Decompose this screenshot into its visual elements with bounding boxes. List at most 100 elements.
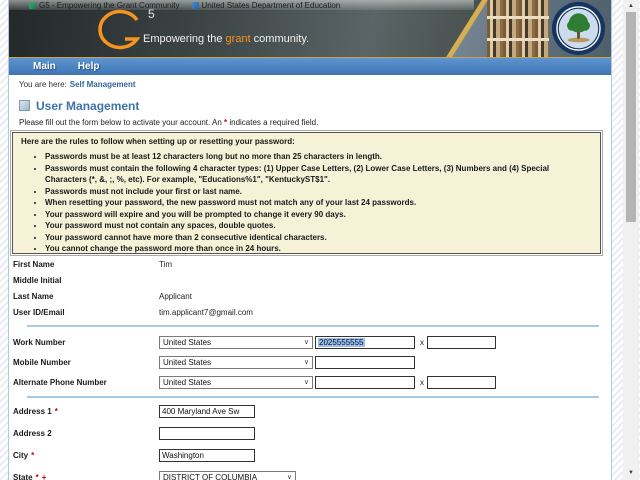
ed-favicon-icon bbox=[192, 2, 199, 9]
work-number-label: Work Number bbox=[13, 338, 159, 347]
breadcrumb-link-self-management[interactable]: Self Management bbox=[70, 80, 136, 89]
password-rule: When resetting your password, the new pa… bbox=[45, 197, 592, 209]
bookshelf-shelf bbox=[487, 38, 549, 41]
nav-item-main[interactable]: Main bbox=[33, 61, 56, 72]
last-name-value: Applicant bbox=[159, 292, 192, 301]
required-asterisk: * bbox=[36, 473, 39, 480]
g5-favicon-icon bbox=[29, 2, 36, 9]
scroll-down-icon[interactable]: ▼ bbox=[623, 470, 639, 476]
chevron-down-icon: ∨ bbox=[287, 473, 292, 480]
city-row: City* bbox=[13, 444, 611, 466]
intro-post: indicates a required field. bbox=[227, 118, 318, 127]
extension-separator: x bbox=[420, 378, 424, 387]
last-name-row: Last Name Applicant bbox=[13, 288, 611, 304]
breadcrumb-prefix: You are here: bbox=[19, 80, 67, 89]
address2-input[interactable] bbox=[159, 427, 255, 440]
password-rule: Your password will expire and you will b… bbox=[45, 209, 592, 221]
mobile-number-label: Mobile Number bbox=[13, 358, 159, 367]
g5-logo-icon bbox=[95, 8, 147, 54]
work-number-row: Work Number United States ∨ 2025555555 x bbox=[13, 332, 611, 352]
bookshelf-image bbox=[487, 0, 549, 57]
page-title-row: User Management bbox=[9, 93, 611, 113]
work-number-selected-text: 2025555555 bbox=[318, 338, 365, 347]
password-rule: Your password cannot have more than 2 co… bbox=[45, 232, 592, 244]
address1-input[interactable] bbox=[159, 405, 255, 418]
mobile-country-value: United States bbox=[163, 358, 211, 367]
required-asterisk: * bbox=[55, 407, 58, 416]
work-extension-input[interactable] bbox=[427, 336, 496, 349]
section-divider bbox=[27, 325, 599, 327]
state-label: State*+ bbox=[13, 473, 159, 480]
extension-separator: x bbox=[420, 338, 424, 347]
city-input[interactable] bbox=[159, 449, 255, 462]
alternate-number-input[interactable] bbox=[315, 376, 415, 389]
breadcrumb: You are here: Self Management bbox=[9, 75, 611, 93]
password-rule: Passwords must contain the following 4 c… bbox=[45, 163, 592, 186]
address1-label: Address 1* bbox=[13, 407, 159, 416]
bookshelf-shelf bbox=[487, 16, 549, 19]
mobile-number-input[interactable] bbox=[315, 356, 415, 369]
address2-row: Address 2 bbox=[13, 422, 611, 444]
tab-strip: G5 - Empowering the Grant Community Unit… bbox=[9, 0, 474, 10]
user-form: First Name Tim Middle Initial Last Name … bbox=[9, 254, 611, 480]
password-rule: Passwords must not include your first or… bbox=[45, 186, 592, 198]
state-row: State*+ DISTRICT OF COLUMBIA ∨ bbox=[13, 466, 611, 480]
state-select[interactable]: DISTRICT OF COLUMBIA ∨ bbox=[159, 471, 296, 480]
intro-text: Please fill out the form below to activa… bbox=[19, 118, 611, 127]
work-country-value: United States bbox=[163, 338, 211, 347]
middle-initial-row: Middle Initial bbox=[13, 272, 611, 288]
section-divider bbox=[27, 396, 599, 398]
user-id-email-value: tim.applicant7@gmail.com bbox=[159, 308, 253, 317]
password-rule: Your password must not contain any space… bbox=[45, 220, 592, 232]
mobile-country-select[interactable]: United States ∨ bbox=[159, 356, 313, 369]
address2-label-text: Address 2 bbox=[13, 429, 52, 438]
address2-label: Address 2 bbox=[13, 429, 159, 438]
address1-row: Address 1* bbox=[13, 400, 611, 422]
required-plus: + bbox=[42, 473, 47, 480]
browser-content: G5 - Empowering the Grant Community Unit… bbox=[8, 0, 612, 480]
first-name-row: First Name Tim bbox=[13, 256, 611, 272]
password-rule: You cannot change the password more than… bbox=[45, 243, 592, 254]
password-rules-box: Here are the rules to follow when settin… bbox=[12, 132, 601, 254]
password-rules-list: Passwords must be at least 12 characters… bbox=[21, 151, 592, 254]
work-number-input[interactable]: 2025555555 bbox=[315, 336, 415, 349]
password-rule: Passwords must be at least 12 characters… bbox=[45, 151, 592, 163]
last-name-label: Last Name bbox=[13, 292, 159, 301]
user-id-email-label: User ID/Email bbox=[13, 308, 159, 317]
alternate-number-label: Alternate Phone Number bbox=[13, 378, 159, 387]
alternate-extension-input[interactable] bbox=[427, 376, 496, 389]
middle-initial-label: Middle Initial bbox=[13, 276, 159, 285]
password-rules-title: Here are the rules to follow when settin… bbox=[21, 137, 592, 146]
nav-item-help[interactable]: Help bbox=[78, 61, 100, 72]
tagline-post: community. bbox=[251, 33, 309, 45]
state-label-text: State bbox=[13, 473, 33, 480]
chevron-down-icon: ∨ bbox=[304, 338, 309, 346]
mobile-number-row: Mobile Number United States ∨ bbox=[13, 352, 611, 372]
chevron-down-icon: ∨ bbox=[304, 378, 309, 386]
scroll-up-icon[interactable]: ▲ bbox=[623, 3, 639, 9]
main-navbar: Main Help bbox=[9, 58, 611, 75]
work-country-select[interactable]: United States ∨ bbox=[159, 336, 313, 349]
state-select-value: DISTRICT OF COLUMBIA bbox=[163, 473, 257, 480]
alternate-number-row: Alternate Phone Number United States ∨ x bbox=[13, 372, 611, 392]
city-label-text: City bbox=[13, 451, 28, 460]
city-label: City* bbox=[13, 451, 159, 460]
alternate-country-select[interactable]: United States ∨ bbox=[159, 376, 313, 389]
education-dept-seal-icon bbox=[551, 1, 606, 56]
banner-tagline: Empowering the grant community. bbox=[143, 33, 309, 45]
page: G5 - Empowering the Grant Community Unit… bbox=[0, 0, 640, 480]
tagline-accent: grant bbox=[226, 33, 251, 45]
required-asterisk: * bbox=[31, 451, 34, 460]
banner: G5 - Empowering the Grant Community Unit… bbox=[9, 0, 611, 58]
first-name-value: Tim bbox=[159, 260, 172, 269]
tab-title-g5[interactable]: G5 - Empowering the Grant Community bbox=[39, 1, 180, 10]
page-title: User Management bbox=[36, 99, 139, 113]
scrollbar-thumb[interactable] bbox=[626, 12, 636, 222]
alternate-country-value: United States bbox=[163, 378, 211, 387]
tab-title-ed[interactable]: United States Department of Education bbox=[202, 1, 341, 10]
vertical-scrollbar[interactable]: ▲ ▼ bbox=[623, 0, 639, 480]
address1-label-text: Address 1 bbox=[13, 407, 52, 416]
chevron-down-icon: ∨ bbox=[304, 358, 309, 366]
window-icon bbox=[19, 100, 30, 111]
tagline-pre: Empowering the bbox=[143, 33, 226, 45]
